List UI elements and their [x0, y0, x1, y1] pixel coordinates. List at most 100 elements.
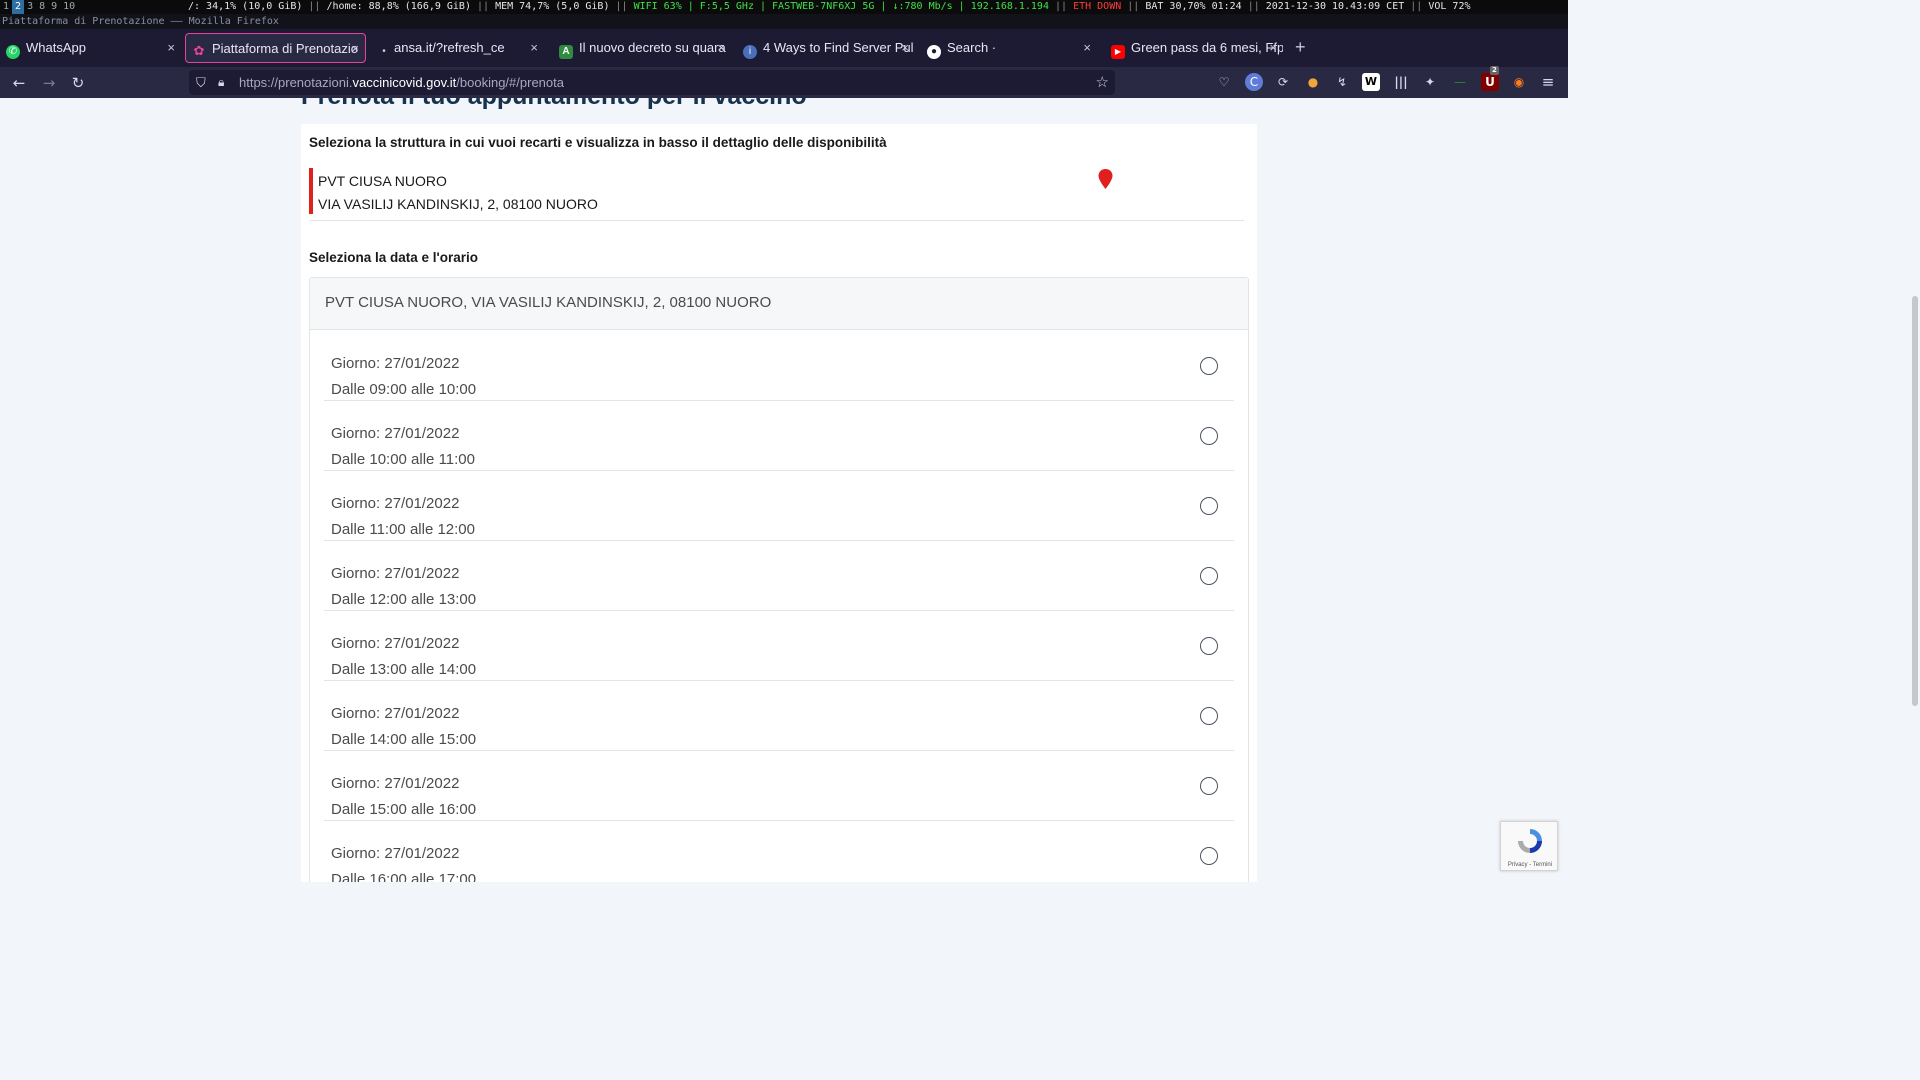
slot-item[interactable]: Giorno: 27/01/2022 Dalle 09:00 alle 10:0…: [324, 331, 1234, 401]
slot-day: Giorno: 27/01/2022: [331, 355, 460, 372]
menu-icon[interactable]: ≡: [1539, 73, 1557, 91]
workspace-2[interactable]: 2: [12, 0, 25, 14]
pocket-icon[interactable]: ♡: [1215, 73, 1233, 91]
status-indicators: /: 34,1% (10,0 GiB) || /home: 88,8% (166…: [188, 1, 1471, 12]
slot-time: Dalle 15:00 alle 16:00: [331, 801, 477, 818]
w-icon[interactable]: W: [1362, 73, 1380, 91]
window-title: Piattaforma di Prenotazione —— Mozilla F…: [0, 14, 1568, 29]
bars-icon[interactable]: |||: [1392, 73, 1410, 91]
whatsapp-icon: ✆: [6, 45, 20, 59]
slot-item[interactable]: Giorno: 27/01/2022 Dalle 14:00 alle 15:0…: [324, 681, 1234, 751]
scrollbar-thumb[interactable]: [1912, 296, 1918, 706]
close-icon[interactable]: ×: [1269, 33, 1277, 63]
tab-piattaforma[interactable]: ✿ Piattaforma di Prenotazio ×: [185, 33, 366, 63]
tab-label: 4 Ways to Find Server Pul: [763, 40, 914, 55]
github-icon: ●: [927, 45, 941, 59]
url-text[interactable]: https://prenotazioni.vaccinicovid.gov.it…: [239, 70, 564, 95]
slot-radio[interactable]: [1200, 567, 1218, 585]
info-icon: i: [743, 45, 757, 59]
fox-icon[interactable]: ✦: [1421, 73, 1439, 91]
reload-button[interactable]: ↻: [67, 72, 89, 94]
select-structure-title: Seleziona la struttura in cui vuoi recar…: [309, 135, 887, 150]
ublock-badge: 2: [1490, 66, 1499, 75]
close-icon[interactable]: ×: [717, 33, 725, 63]
firefox-icon[interactable]: ◉: [1510, 73, 1528, 91]
slot-time: Dalle 11:00 alle 12:00: [331, 521, 475, 538]
structure-name[interactable]: PVT CIUSA NUORO: [318, 173, 447, 189]
youtube-icon: ▶: [1111, 45, 1125, 59]
forward-button[interactable]: →: [38, 72, 60, 94]
new-tab-button[interactable]: +: [1295, 37, 1306, 58]
slot-time: Dalle 09:00 alle 10:00: [331, 381, 477, 398]
close-icon[interactable]: ×: [1083, 33, 1091, 63]
tab-decreto[interactable]: A Il nuovo decreto su quara ×: [559, 33, 731, 63]
close-icon[interactable]: ×: [351, 34, 359, 62]
slot-radio[interactable]: [1200, 357, 1218, 375]
divider: [309, 220, 1244, 221]
workspace-3[interactable]: 3: [24, 0, 36, 14]
tab-4-ways[interactable]: i 4 Ways to Find Server Pul ×: [743, 33, 915, 63]
close-icon[interactable]: ×: [530, 33, 538, 63]
slot-item[interactable]: Giorno: 27/01/2022 Dalle 12:00 alle 13:0…: [324, 541, 1234, 611]
recaptcha-badge[interactable]: Privacy - Termini: [1500, 821, 1558, 871]
back-button[interactable]: ←: [8, 72, 30, 94]
tab-label: WhatsApp: [26, 40, 86, 55]
extension-c-icon[interactable]: C: [1245, 73, 1263, 91]
tab-label: Il nuovo decreto su quara: [579, 40, 726, 55]
slot-radio[interactable]: [1200, 497, 1218, 515]
map-pin-icon[interactable]: [1098, 169, 1113, 189]
url-path: /booking/#/prenota: [456, 75, 564, 90]
slot-item[interactable]: Giorno: 27/01/2022 Dalle 13:00 alle 14:0…: [324, 611, 1234, 681]
slot-day: Giorno: 27/01/2022: [331, 845, 460, 862]
bulb-icon[interactable]: ●: [1304, 73, 1322, 91]
workspace-8[interactable]: 8: [36, 0, 48, 14]
workspace-1[interactable]: 1: [0, 0, 12, 14]
workspace-list: 1 2 3 8 9 10: [0, 0, 78, 14]
slot-list-header: PVT CIUSA NUORO, VIA VASILIJ KANDINSKIJ,…: [310, 278, 1248, 330]
translate-icon[interactable]: ↯: [1333, 73, 1351, 91]
battery-status: BAT 30,70% 01:24: [1145, 1, 1242, 12]
slot-day: Giorno: 27/01/2022: [331, 565, 460, 582]
structure-address[interactable]: VIA VASILIJ KANDINSKIJ, 2, 08100 NUORO: [318, 196, 598, 212]
volume-status: VOL 72%: [1428, 1, 1471, 12]
ethernet-status: ETH DOWN: [1073, 1, 1122, 12]
green-ext-icon[interactable]: —: [1451, 73, 1469, 91]
close-icon[interactable]: ×: [167, 33, 175, 63]
page-scrollbar[interactable]: [1910, 98, 1920, 882]
url-host: vaccinicovid.gov.it: [352, 75, 457, 90]
slot-item[interactable]: Giorno: 27/01/2022 Dalle 16:00 alle 17:0…: [324, 821, 1234, 882]
flower-icon: ✿: [193, 43, 205, 58]
workspace-10[interactable]: 10: [60, 0, 78, 14]
tab-github-search[interactable]: ● Search · ×: [927, 33, 1097, 63]
tab-green-pass[interactable]: ▶ Green pass da 6 mesi, Ffp ×: [1111, 33, 1283, 63]
slot-time: Dalle 10:00 alle 11:00: [331, 451, 475, 468]
slot-day: Giorno: 27/01/2022: [331, 635, 460, 652]
slot-list: PVT CIUSA NUORO, VIA VASILIJ KANDINSKIJ,…: [309, 277, 1249, 882]
lock-icon[interactable]: 🔒︎: [218, 70, 224, 95]
slot-radio[interactable]: [1200, 427, 1218, 445]
url-bar[interactable]: ⛉ 🔒︎ https://prenotazioni.vaccinicovid.g…: [189, 70, 1115, 95]
tab-ansa[interactable]: • ansa.it/?refresh_ce ×: [380, 33, 544, 63]
select-date-title: Seleziona la data e l'orario: [309, 250, 479, 265]
slot-radio[interactable]: [1200, 847, 1218, 865]
workspace-9[interactable]: 9: [48, 0, 60, 14]
page-title: Prenota il tuo appuntamento per il vacci…: [301, 98, 807, 111]
slot-item[interactable]: Giorno: 27/01/2022 Dalle 15:00 alle 16:0…: [324, 751, 1234, 821]
slot-item[interactable]: Giorno: 27/01/2022 Dalle 11:00 alle 12:0…: [324, 471, 1234, 541]
shield-icon[interactable]: ⛉: [196, 70, 206, 95]
tab-label: Green pass da 6 mesi, Ffp: [1131, 40, 1283, 55]
disk-root-status: /: 34,1% (10,0 GiB): [188, 1, 303, 12]
slot-radio[interactable]: [1200, 777, 1218, 795]
slot-radio[interactable]: [1200, 637, 1218, 655]
close-icon[interactable]: ×: [901, 33, 909, 63]
sync-icon[interactable]: ⟳: [1274, 73, 1292, 91]
disk-home-status: /home: 88,8% (166,9 GiB): [326, 1, 471, 12]
slot-radio[interactable]: [1200, 707, 1218, 725]
tab-bar: ✆ WhatsApp × ✿ Piattaforma di Prenotazio ×…: [0, 29, 1568, 67]
slot-item[interactable]: Giorno: 27/01/2022 Dalle 10:00 alle 11:0…: [324, 401, 1234, 471]
ublock-icon[interactable]: U2: [1481, 66, 1499, 91]
bookmark-star-icon[interactable]: ☆: [1096, 70, 1109, 95]
tab-whatsapp[interactable]: ✆ WhatsApp ×: [6, 33, 181, 63]
recaptcha-text[interactable]: Privacy - Termini: [1501, 862, 1559, 868]
slot-day: Giorno: 27/01/2022: [331, 775, 460, 792]
